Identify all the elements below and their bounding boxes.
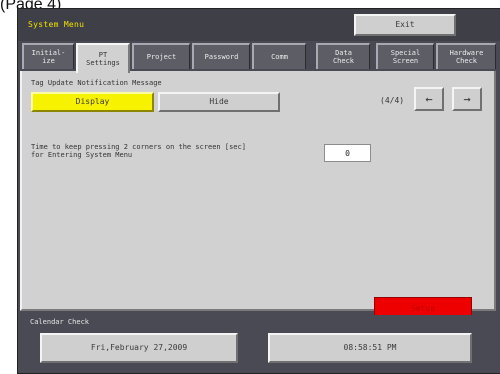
tab-data-check[interactable]: Data Check	[316, 43, 370, 69]
next-page-button[interactable]: →	[452, 87, 482, 111]
prev-page-button[interactable]: ←	[414, 87, 444, 111]
display-button[interactable]: Display	[31, 92, 154, 112]
tag-update-label: Tag Update Notification Message	[31, 79, 162, 87]
tab-special-screen[interactable]: Special Screen	[376, 43, 434, 69]
window-title: System Menu	[28, 20, 85, 29]
tab-hardware-check[interactable]: Hardware Check	[436, 43, 496, 69]
title-bar: System Menu Exit	[18, 9, 500, 41]
pt-settings-panel: Tag Update Notification Message Display …	[20, 71, 496, 319]
exit-button[interactable]: Exit	[354, 14, 456, 36]
left-arrow-icon: ←	[425, 92, 433, 106]
tab-password[interactable]: Password	[192, 43, 250, 69]
hide-button[interactable]: Hide	[158, 92, 280, 112]
hold-time-label: Time to keep pressing 2 corners on the s…	[31, 143, 246, 159]
page-indicator: (4/4)	[380, 96, 405, 105]
calendar-check-area: Calendar Check Fri,February 27,2009 08:5…	[18, 315, 500, 373]
tab-project[interactable]: Project	[132, 43, 190, 69]
date-button[interactable]: Fri,February 27,2009	[40, 333, 238, 363]
hold-time-input[interactable]: 0	[324, 144, 371, 162]
system-menu-window: System Menu Exit Initial- ize PT Setting…	[17, 8, 500, 374]
right-arrow-icon: →	[463, 92, 471, 106]
tab-comm[interactable]: Comm	[252, 43, 306, 69]
tab-pt-settings[interactable]: PT Settings	[76, 43, 130, 73]
tab-initialize[interactable]: Initial- ize	[22, 43, 74, 69]
time-button[interactable]: 08:58:51 PM	[268, 333, 472, 363]
calendar-check-label: Calendar Check	[30, 318, 90, 326]
